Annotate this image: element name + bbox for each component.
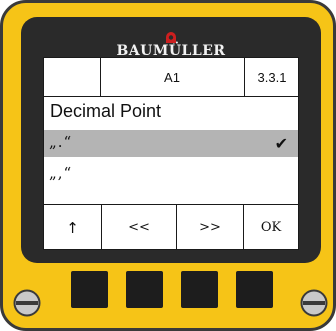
checkmark-icon: ✔ [274, 134, 288, 153]
screw-icon [13, 289, 41, 317]
option-label: „,“ [49, 164, 73, 182]
softkey-previous[interactable]: << [102, 205, 177, 249]
hardware-key-2[interactable] [126, 271, 163, 308]
softkey-up[interactable]: ↑ [44, 205, 102, 249]
brand-logo: BAUMÜLLER [21, 17, 321, 59]
header-left-cell [44, 58, 101, 96]
header-parameter-number: 3.3.1 [244, 58, 298, 96]
softkey-bar: ↑ << >> OK [44, 204, 298, 249]
lcd-screen: A1 3.3.1 Decimal Point „.“ ✔ „,“ ↑ << >>… [43, 57, 299, 250]
screen-header: A1 3.3.1 [44, 58, 298, 97]
softkey-next[interactable]: >> [177, 205, 244, 249]
up-arrow-icon: ↑ [66, 218, 79, 237]
hardware-key-3[interactable] [181, 271, 218, 308]
screw-icon [300, 289, 328, 317]
operator-panel-housing: BAUMÜLLER A1 3.3.1 Decimal Point „.“ ✔ „… [0, 0, 336, 331]
option-label: „.“ [49, 133, 73, 151]
option-decimal-comma[interactable]: „,“ [44, 161, 298, 188]
header-parameter-name: A1 [164, 69, 180, 85]
hardware-key-1[interactable] [71, 271, 108, 308]
hardware-key-4[interactable] [236, 271, 273, 308]
page-title: Decimal Point [50, 101, 162, 121]
option-decimal-point[interactable]: „.“ ✔ [44, 130, 298, 157]
baumuller-logo-icon [164, 31, 178, 43]
softkey-ok[interactable]: OK [244, 205, 298, 249]
